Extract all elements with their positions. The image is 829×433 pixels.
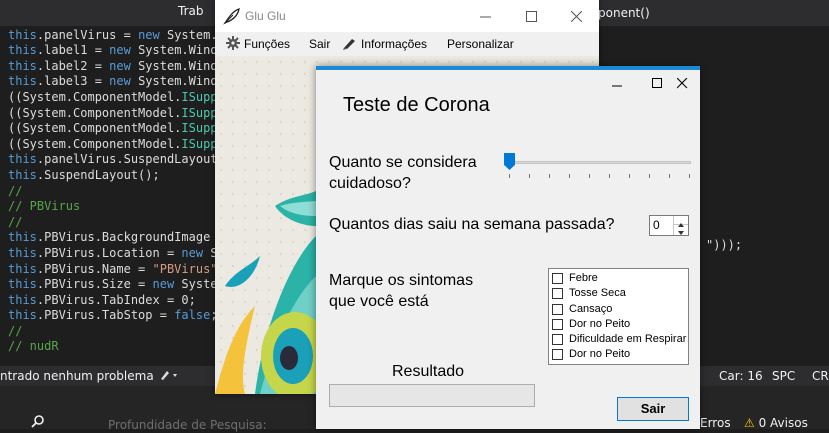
- maximize-button[interactable]: [652, 76, 663, 94]
- search-depth-label: Profundidade de Pesquisa:: [108, 418, 267, 432]
- symptom-checkbox[interactable]: [552, 288, 563, 300]
- window-title: Glu Glu: [245, 9, 286, 23]
- menu-sair[interactable]: Sair: [309, 37, 330, 51]
- code-fragment: ")));: [706, 238, 743, 252]
- slider-tick: [689, 174, 690, 178]
- symptoms-question-line: Marque os sintomas: [329, 272, 474, 289]
- slider-thumb[interactable]: [504, 153, 515, 170]
- pencil-icon: [342, 36, 358, 53]
- errors-filter[interactable]: Erros: [700, 416, 731, 430]
- symptoms-question-line: que você está: [329, 293, 429, 310]
- close-icon: [571, 11, 582, 22]
- symptom-checkbox[interactable]: [552, 303, 563, 315]
- symptoms-question: Marque os sintomas que você está: [329, 270, 473, 312]
- minimize-icon: [480, 16, 491, 18]
- minimize-button[interactable]: [612, 78, 623, 96]
- glu-menubar: Funções Sair Informações Personalizar: [215, 32, 599, 56]
- careful-question-line: Quanto se considera: [329, 154, 477, 171]
- spin-buttons: [673, 216, 688, 235]
- symptom-item[interactable]: Febre: [549, 271, 688, 286]
- slider-tick: [569, 174, 570, 178]
- close-button[interactable]: [553, 0, 599, 32]
- close-button[interactable]: [676, 76, 688, 94]
- symptom-item[interactable]: Dificuldade em Respirar: [549, 332, 688, 347]
- minimize-icon: [612, 85, 622, 87]
- symptom-label: Dor no Peito: [569, 348, 631, 361]
- gear-icon: [226, 36, 240, 53]
- char-position: Car: 16: [719, 369, 763, 383]
- days-numeric-updown[interactable]: 0: [649, 215, 689, 236]
- search-icon[interactable]: [30, 414, 46, 433]
- teste-corona-dialog: Teste de Corona Quanto se considera cuid…: [316, 66, 700, 429]
- days-question: Quantos dias saiu na semana passada?: [329, 216, 615, 233]
- symptom-checkbox[interactable]: [552, 334, 563, 346]
- days-value[interactable]: 0: [653, 218, 660, 232]
- slider-tick: [589, 174, 590, 178]
- symptom-checkbox[interactable]: [552, 318, 563, 330]
- warnings-filter[interactable]: ⚠ 0 Avisos: [744, 416, 808, 430]
- careful-slider[interactable]: [504, 152, 694, 182]
- result-field: [329, 384, 535, 407]
- menu-informacoes[interactable]: Informações: [361, 37, 427, 51]
- slider-tick: [529, 174, 530, 178]
- symptom-label: Febre: [569, 272, 598, 284]
- slider-tick: [509, 174, 510, 178]
- careful-question: Quanto se considera cuidadoso?: [329, 152, 477, 194]
- menu-personalizar[interactable]: Personalizar: [447, 37, 514, 51]
- brush-icon[interactable]: [158, 368, 180, 385]
- glu-titlebar[interactable]: Glu Glu: [215, 0, 599, 32]
- warning-icon: ⚠: [744, 416, 759, 430]
- symptom-checkbox[interactable]: [552, 349, 563, 361]
- spin-up-button[interactable]: [674, 216, 688, 227]
- slider-tick: [669, 174, 670, 178]
- slider-tick: [609, 174, 610, 178]
- symptom-label: Dor no Peito: [569, 317, 631, 330]
- dialog-heading: Teste de Corona: [343, 94, 490, 116]
- ide-tab[interactable]: Trab: [178, 4, 203, 18]
- slider-tick: [649, 174, 650, 178]
- symptoms-checklist: Febre Tosse Seca Cansaço Dor no Peito Dificu…: [548, 268, 689, 365]
- sair-button[interactable]: Sair: [617, 397, 689, 421]
- problems-status[interactable]: ntrado nenhum problema: [0, 369, 154, 383]
- symptom-item[interactable]: Tosse Seca: [549, 286, 688, 301]
- maximize-icon: [652, 78, 662, 88]
- symptom-item[interactable]: Dor no Peito: [549, 317, 688, 332]
- maximize-icon: [526, 11, 537, 22]
- warnings-label: 0 Avisos: [758, 416, 808, 430]
- careful-question-line: cuidadoso?: [329, 175, 411, 192]
- maximize-button[interactable]: [508, 0, 554, 32]
- menu-funcoes[interactable]: Funções: [244, 37, 290, 51]
- symptom-label: Cansaço: [569, 302, 613, 315]
- feather-icon: [223, 7, 241, 29]
- symptom-item[interactable]: Cansaço: [549, 302, 688, 317]
- slider-tick: [629, 174, 630, 178]
- slider-tick: [549, 174, 550, 178]
- ide-tab-method[interactable]: ponent(): [598, 6, 650, 20]
- minimize-button[interactable]: [462, 0, 508, 32]
- symptom-checkbox[interactable]: [552, 273, 563, 284]
- whitespace-mode[interactable]: SPC: [772, 369, 795, 383]
- symptom-item[interactable]: Dor no Peito: [549, 347, 688, 362]
- symptom-label: Tosse Seca: [569, 287, 626, 300]
- spin-down-button[interactable]: [674, 225, 688, 235]
- slider-rail: [507, 161, 691, 164]
- close-icon: [676, 77, 688, 89]
- arrow-down-icon: [678, 231, 684, 235]
- symptom-label: Dificuldade em Respirar: [569, 333, 687, 346]
- result-label: Resultado: [392, 363, 465, 380]
- line-ending[interactable]: CRL: [812, 369, 829, 383]
